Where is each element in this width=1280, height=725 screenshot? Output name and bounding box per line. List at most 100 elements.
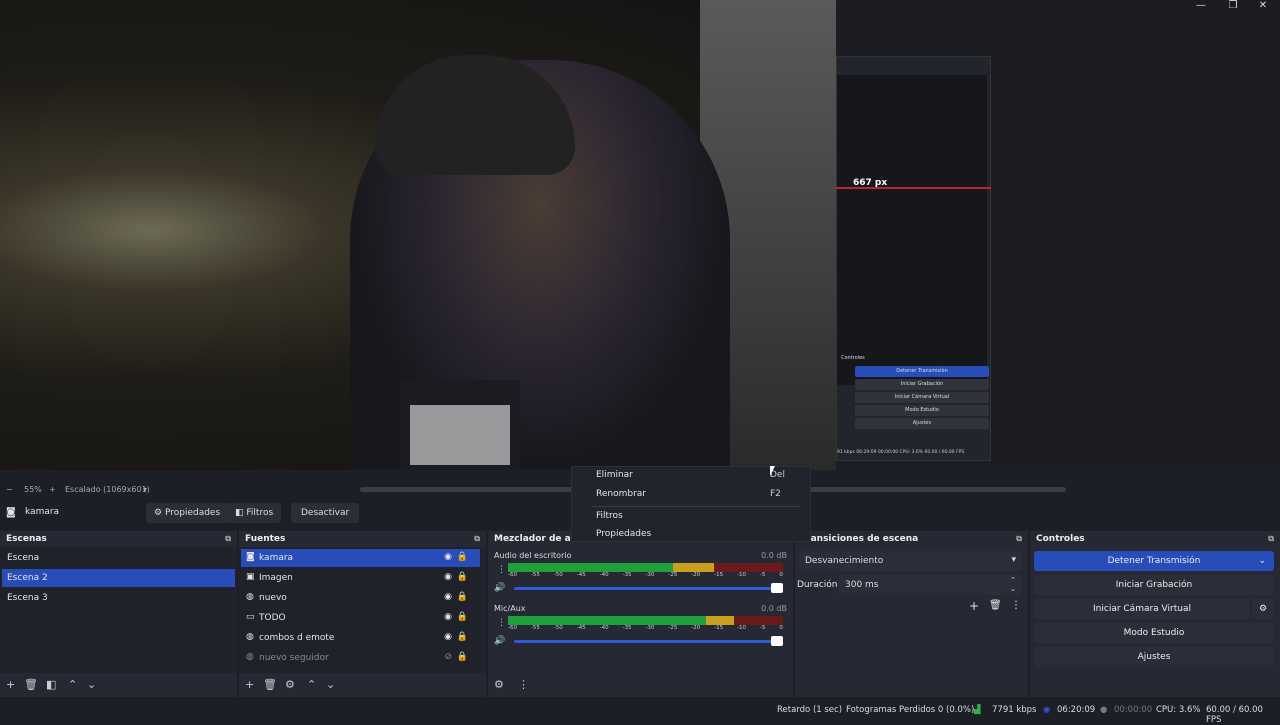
settings-button[interactable]: Ajustes xyxy=(1034,647,1274,667)
mini-start-recording-button: Iniciar Grabación xyxy=(855,379,989,390)
eye-icon[interactable]: ◉ xyxy=(444,632,452,642)
trash-icon[interactable]: 🗑 xyxy=(263,678,277,691)
gear-icon[interactable]: ⚙ xyxy=(494,678,504,691)
undock-icon[interactable]: ⧉ xyxy=(474,534,480,544)
menu-separator xyxy=(592,506,800,507)
meter-tick-label: -35 xyxy=(622,572,632,578)
eye-icon[interactable]: ◉ xyxy=(444,592,452,602)
scaling-dropdown-icon[interactable]: ▾ xyxy=(143,485,147,494)
source-item-imagen[interactable]: ▣ Imagen ◉ 🔒 xyxy=(241,569,480,587)
channel-name: Audio del escritorio xyxy=(494,551,572,560)
record-time: 00:00:00 xyxy=(1114,705,1153,715)
scene-item-selected[interactable]: Escena 2 xyxy=(2,569,235,587)
more-icon[interactable]: ⋮ xyxy=(518,678,529,691)
meter-tick-label: 0 xyxy=(779,572,783,578)
move-up-icon[interactable]: ⌃ xyxy=(68,678,77,691)
record-icon: ● xyxy=(1100,705,1108,715)
scenes-footer: + 🗑 ◧ ⌃ ⌄ xyxy=(0,673,237,697)
eye-hidden-icon[interactable]: ⊘ xyxy=(444,652,452,662)
source-item-nuevo-seguidor[interactable]: ◍ nuevo seguidor ⊘ 🔒 xyxy=(241,649,480,667)
meter-tick-label: -5 xyxy=(759,625,766,631)
eye-icon[interactable]: ◉ xyxy=(444,612,452,622)
channel-db: 0.0 dB xyxy=(761,604,787,613)
duration-spinbox[interactable]: 300 ms ⌃ ⌄ xyxy=(839,575,1022,595)
trash-icon[interactable]: 🗑 xyxy=(989,600,1002,611)
controls-body: Detener Transmisión ⌄ Iniciar Grabación I… xyxy=(1030,547,1280,697)
duration-label: Duración xyxy=(797,580,838,590)
mixer-channels: Audio del escritorio 0.0 dB ⋮ -60 -55 -50-… xyxy=(488,547,793,673)
properties-button[interactable]: ⚙ Propiedades xyxy=(146,503,229,523)
filters-button[interactable]: ◧ Filtros xyxy=(227,503,282,523)
lock-icon[interactable]: 🔒 xyxy=(457,652,468,662)
volume-slider-handle[interactable] xyxy=(771,636,783,646)
move-down-icon[interactable]: ⌄ xyxy=(87,678,96,691)
lock-icon[interactable]: 🔒 xyxy=(457,552,468,562)
speaker-icon[interactable]: 🔊 xyxy=(494,583,505,593)
lock-icon[interactable]: 🔒 xyxy=(457,612,468,622)
chevron-down-icon[interactable]: ⌄ xyxy=(1258,551,1266,571)
more-icon[interactable]: ⋮ xyxy=(497,618,506,628)
add-icon[interactable]: + xyxy=(6,678,15,691)
close-icon[interactable]: ✕ xyxy=(1248,0,1278,14)
menu-item-filters[interactable]: Filtros xyxy=(596,511,623,521)
move-down-icon[interactable]: ⌄ xyxy=(326,678,335,691)
source-item-todo[interactable]: ▭ TODO ◉ 🔒 xyxy=(241,609,480,627)
meter-tick-label: -30 xyxy=(645,572,655,578)
meter-tick-label: -30 xyxy=(645,625,655,631)
eye-icon[interactable]: ◉ xyxy=(444,552,452,562)
stop-stream-label: Detener Transmisión xyxy=(1107,556,1201,566)
globe-icon: ◍ xyxy=(246,592,254,602)
deactivate-button[interactable]: Desactivar xyxy=(291,503,360,523)
stepper-icon[interactable]: ⌃ ⌄ xyxy=(1010,576,1016,594)
camera-icon: ◙ xyxy=(246,552,255,562)
undock-icon[interactable]: ⧉ xyxy=(225,534,231,544)
source-item-combos[interactable]: ◍ combos d emote ◉ 🔒 xyxy=(241,629,480,647)
cpu-status: CPU: 3.6% xyxy=(1156,705,1201,715)
scene-item[interactable]: Escena xyxy=(2,549,235,567)
start-recording-button[interactable]: Iniciar Grabación xyxy=(1034,575,1274,595)
stop-stream-button[interactable]: Detener Transmisión ⌄ xyxy=(1034,551,1274,571)
properties-label: Propiedades xyxy=(164,508,221,518)
preview-canvas[interactable] xyxy=(0,0,836,470)
start-virtual-camera-button[interactable]: Iniciar Cámara Virtual xyxy=(1034,599,1250,619)
zoom-level: 55% xyxy=(24,485,42,494)
zoom-in-button[interactable]: + xyxy=(49,485,56,494)
undock-icon[interactable]: ⧉ xyxy=(1268,534,1274,544)
eye-icon[interactable]: ◉ xyxy=(444,572,452,582)
undock-icon[interactable]: ⧉ xyxy=(1016,534,1022,544)
volume-slider[interactable] xyxy=(514,583,783,593)
transition-select[interactable]: Desvanecimiento ▾ xyxy=(799,551,1022,571)
scene-item[interactable]: Escena 3 xyxy=(2,589,235,607)
source-item-nuevo[interactable]: ◍ nuevo ◉ 🔒 xyxy=(241,589,480,607)
studio-mode-button[interactable]: Modo Estudio xyxy=(1034,623,1274,643)
source-item-kamara[interactable]: ◙ kamara ◉ 🔒 xyxy=(241,549,480,567)
volume-slider-handle[interactable] xyxy=(771,583,783,593)
more-icon[interactable]: ⋮ xyxy=(497,565,506,575)
transitions-dock: Transiciones de escena ⧉ Desvanecimiento ▾… xyxy=(795,531,1028,697)
zoom-out-button[interactable]: − xyxy=(6,485,13,494)
scenes-header: Escenas ⧉ xyxy=(0,531,237,547)
menu-item-properties[interactable]: Propiedades xyxy=(596,529,651,539)
more-icon[interactable]: ⋮ xyxy=(1011,600,1021,611)
volume-meter xyxy=(508,616,783,625)
minimize-icon[interactable]: — xyxy=(1186,0,1216,14)
meter-tick-label: -55 xyxy=(530,625,540,631)
add-icon[interactable]: + xyxy=(245,678,254,691)
restore-icon[interactable]: ❐ xyxy=(1218,0,1248,14)
gear-icon[interactable]: ⚙ xyxy=(285,678,295,691)
lock-icon[interactable]: 🔒 xyxy=(457,592,468,602)
lock-icon[interactable]: 🔒 xyxy=(457,632,468,642)
filter-icon[interactable]: ◧ xyxy=(46,678,56,691)
virtual-camera-settings-button[interactable]: ⚙ xyxy=(1252,599,1274,619)
preview-shirt xyxy=(400,380,520,470)
menu-item-delete[interactable]: Eliminar Del xyxy=(596,470,785,480)
trash-icon[interactable]: 🗑 xyxy=(24,678,38,691)
volume-slider[interactable] xyxy=(514,636,783,646)
menu-item-rename[interactable]: Renombrar F2 xyxy=(596,489,781,499)
add-icon[interactable]: + xyxy=(969,599,979,613)
lock-icon[interactable]: 🔒 xyxy=(457,572,468,582)
menu-item-shortcut: F2 xyxy=(770,489,781,499)
menu-item-label: Propiedades xyxy=(596,529,652,539)
move-up-icon[interactable]: ⌃ xyxy=(307,678,316,691)
speaker-icon[interactable]: 🔊 xyxy=(494,636,505,646)
